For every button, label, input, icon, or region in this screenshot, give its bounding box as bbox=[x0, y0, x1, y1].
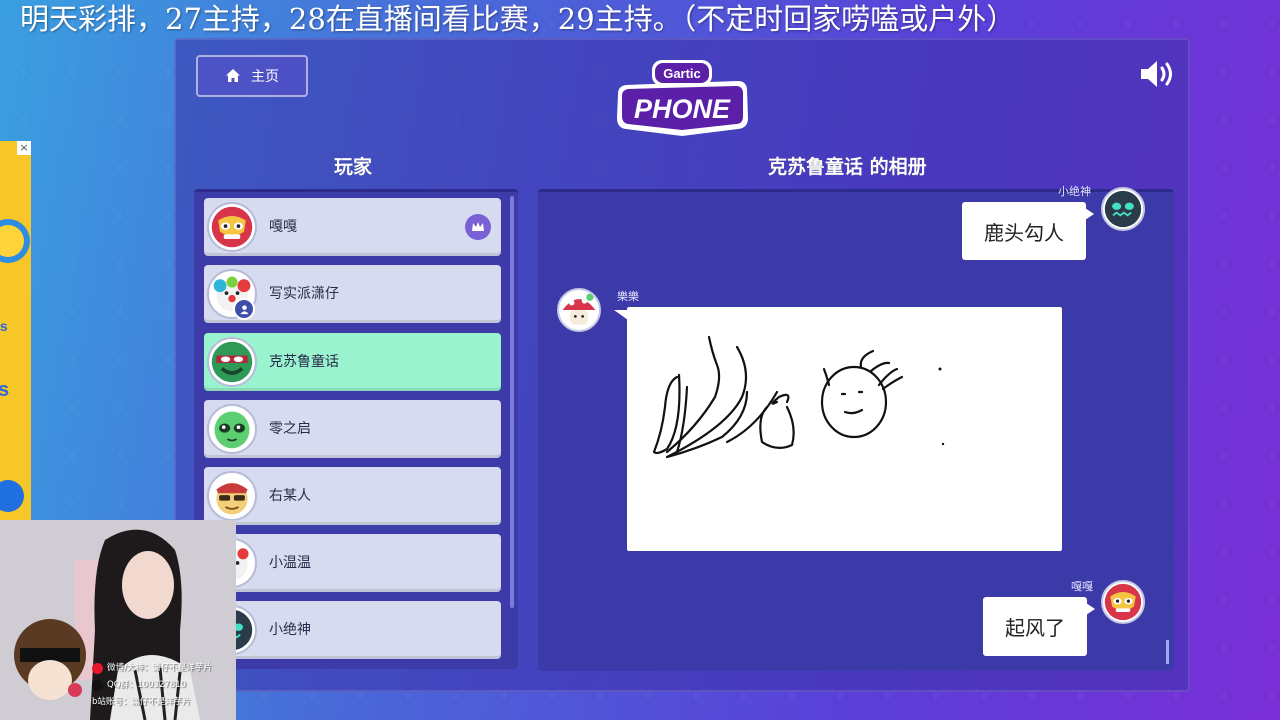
alien-avatar-icon bbox=[207, 404, 257, 454]
album-heading: 克苏鲁童话 的相册 bbox=[768, 156, 927, 178]
player-name: 嘎嘎 bbox=[269, 219, 297, 235]
player-item-active[interactable]: 克苏鲁童话 bbox=[204, 333, 501, 391]
player-item[interactable]: 右某人 bbox=[204, 467, 501, 525]
logo-bottom-text: PHONE bbox=[634, 94, 731, 124]
drawing-canvas bbox=[627, 307, 1062, 551]
players-heading: 玩家 bbox=[334, 156, 373, 178]
volume-icon[interactable] bbox=[1138, 58, 1176, 90]
player-item[interactable]: 小绝神 bbox=[204, 601, 501, 659]
player-name: 写实派潇仔 bbox=[269, 286, 339, 302]
home-button[interactable]: 主页 bbox=[196, 55, 308, 97]
weibo-text: 微博/大神：潇仔不是洋芋片 bbox=[107, 663, 212, 673]
album-scrollbar[interactable] bbox=[1166, 640, 1169, 664]
player-name: 零之启 bbox=[269, 421, 311, 437]
player-name: 小绝神 bbox=[269, 622, 311, 638]
luchador-avatar-icon bbox=[207, 202, 257, 252]
player-name: 克苏鲁童话 bbox=[269, 354, 339, 370]
ninja-avatar-icon bbox=[207, 337, 257, 387]
gartic-phone-logo: Gartic PHONE bbox=[617, 60, 748, 136]
player-name: 小温温 bbox=[269, 555, 311, 571]
luchador-avatar-icon bbox=[1101, 580, 1145, 624]
qq-icon bbox=[92, 680, 103, 691]
sunglasses-avatar-icon bbox=[207, 471, 257, 521]
qq-text: QQ群：100327810 bbox=[107, 680, 187, 690]
player-item[interactable]: 小温温 bbox=[204, 534, 501, 592]
message-author: 樂樂 bbox=[617, 290, 639, 303]
stream-ticker: 明天彩排，27主持，28在直播间看比赛，29主持。（不定时回家唠嗑或户外） bbox=[20, 2, 1016, 36]
drawing-sketch bbox=[652, 335, 945, 459]
svg-text:ls: ls bbox=[0, 318, 8, 334]
weibo-icon bbox=[92, 663, 103, 674]
home-label: 主页 bbox=[251, 69, 279, 85]
stream-info-overlay: 微博/大神：潇仔不是洋芋片 QQ群：100327810 b站账号：潇仔不是洋芋片 bbox=[92, 660, 238, 720]
players-scrollbar[interactable] bbox=[510, 196, 514, 608]
bili-text: b站账号：潇仔不是洋芋片 bbox=[92, 697, 191, 707]
message-bubble: 起风了 bbox=[983, 597, 1095, 656]
message-author: 小绝神 bbox=[1058, 185, 1091, 198]
player-item[interactable]: 嘎嘎 bbox=[204, 198, 501, 256]
close-icon[interactable]: × bbox=[17, 141, 31, 155]
home-icon bbox=[226, 69, 240, 82]
monster-avatar-icon bbox=[1101, 187, 1145, 231]
player-item[interactable]: 零之启 bbox=[204, 400, 501, 458]
crown-icon bbox=[465, 214, 491, 240]
message-author: 嘎嘎 bbox=[1071, 580, 1093, 593]
svg-text:s: s bbox=[0, 379, 9, 401]
player-name: 右某人 bbox=[269, 488, 311, 504]
message-bubble: 鹿头勾人 bbox=[962, 202, 1094, 260]
player-item[interactable]: 写实派潇仔 bbox=[204, 265, 501, 323]
user-icon bbox=[233, 298, 255, 320]
logo-top-text: Gartic bbox=[663, 66, 701, 81]
drawing-tail bbox=[614, 310, 628, 320]
side-advertisement[interactable]: ls s bbox=[0, 141, 31, 521]
mushroom-avatar-icon bbox=[557, 288, 601, 332]
